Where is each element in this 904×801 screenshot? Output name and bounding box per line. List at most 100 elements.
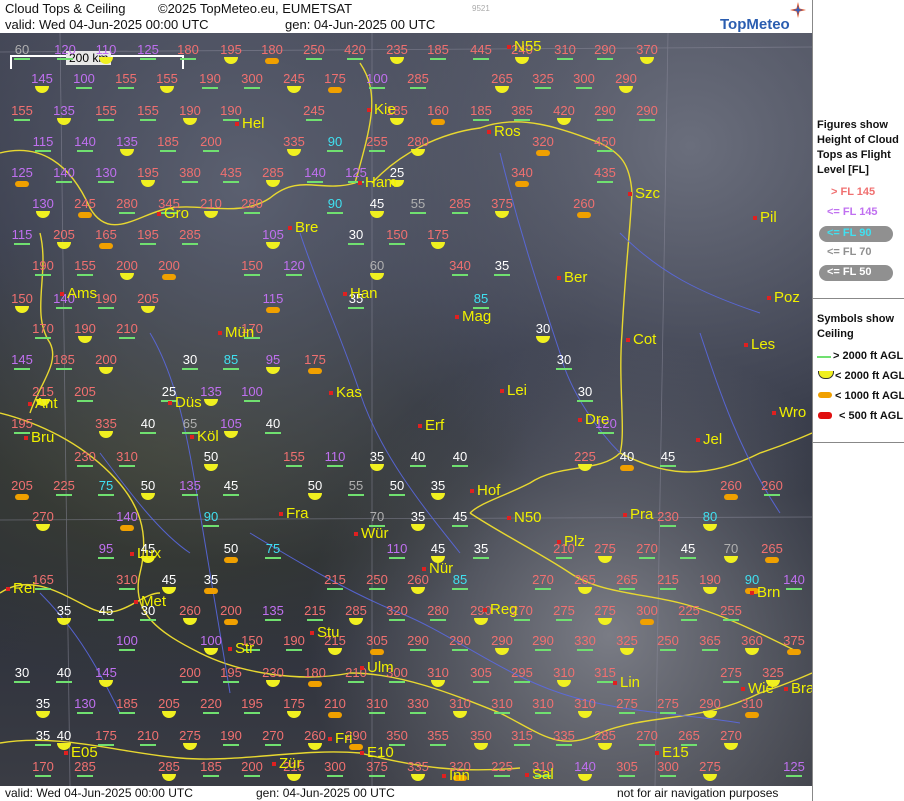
ceiling-gt2000-line-icon bbox=[619, 588, 635, 590]
cloud-top-value: 200 bbox=[200, 134, 222, 149]
ceiling-lt2000-half-circle-icon bbox=[141, 180, 155, 187]
cloud-top-value: 120 bbox=[54, 42, 76, 57]
map-station-label: 250 bbox=[300, 42, 328, 68]
ceiling-gt2000-line-icon bbox=[140, 432, 156, 434]
city-label: Rei bbox=[6, 580, 36, 597]
cloud-top-value: 80 bbox=[702, 509, 718, 524]
map-station-label: 50 bbox=[383, 478, 411, 504]
ceiling-lt2000-half-circle-icon bbox=[411, 524, 425, 531]
cloud-top-value: 365 bbox=[699, 633, 721, 648]
map-station-label: 365 bbox=[696, 633, 724, 659]
cloud-top-value: 265 bbox=[678, 728, 700, 743]
map-station-label: 210 bbox=[321, 696, 349, 722]
map-station-label: 35 bbox=[467, 541, 495, 567]
city-label: Bre bbox=[288, 219, 318, 236]
map-station-label: 110 bbox=[383, 541, 411, 567]
cloud-top-value: 135 bbox=[116, 134, 138, 149]
cloud-top-value: 205 bbox=[137, 291, 159, 306]
ceiling-lt2000-half-circle-icon bbox=[204, 464, 218, 471]
ceiling-gt2000-line-icon bbox=[577, 400, 593, 402]
map-station-label: 220 bbox=[197, 696, 225, 722]
cloud-top-value: 450 bbox=[594, 134, 616, 149]
ceiling-gt2000-line-icon bbox=[452, 465, 468, 467]
ceiling-gt2000-line-icon bbox=[77, 150, 93, 152]
map-station-label: 265 bbox=[758, 541, 786, 567]
topmeteo-logo[interactable]: TopMeteo bbox=[718, 2, 810, 33]
map-station-label: 35 bbox=[50, 603, 78, 629]
city-label: Wür bbox=[354, 525, 389, 542]
city-marker-icon bbox=[157, 212, 161, 217]
ceiling-lt2000-half-circle-icon bbox=[57, 118, 71, 125]
ceiling-gt2000-line-icon bbox=[119, 212, 135, 214]
cloud-top-value: 45 bbox=[680, 541, 696, 556]
ceiling-gt2000-line-icon bbox=[473, 58, 489, 60]
ceiling-gt2000-line-icon bbox=[410, 712, 426, 714]
city-marker-icon bbox=[279, 512, 283, 517]
cloud-top-value: 60 bbox=[369, 258, 385, 273]
ceiling-lt2000-half-circle-icon bbox=[120, 149, 134, 156]
ceiling-lt1000-pill-icon bbox=[328, 712, 342, 718]
map-station-label: 195 bbox=[238, 696, 266, 722]
map-station-label: 165 bbox=[92, 227, 120, 253]
ceiling-lt2000-half-circle-icon bbox=[578, 711, 592, 718]
cloud-top-value: 175 bbox=[283, 696, 305, 711]
map-station-label: 75 bbox=[92, 478, 120, 504]
yellow-half-circle-icon bbox=[818, 371, 834, 379]
satellite-map[interactable]: 200 km 60 120 110 125 180 195 180 250 420 235 185 4… bbox=[0, 33, 812, 786]
map-station-label: 310 bbox=[113, 449, 141, 475]
ceiling-gt2000-line-icon bbox=[348, 494, 364, 496]
ceiling-gt2000-line-icon bbox=[535, 712, 551, 714]
map-station-label: 155 bbox=[8, 103, 36, 129]
map-station-label: 290 bbox=[696, 696, 724, 722]
cloud-top-value: 35 bbox=[494, 258, 510, 273]
map-station-label: 110 bbox=[321, 449, 349, 475]
map-station-label: 310 bbox=[571, 696, 599, 722]
map-station-label: 190 bbox=[29, 258, 57, 284]
cloud-top-value: 215 bbox=[657, 572, 679, 587]
cloud-top-value: 150 bbox=[386, 227, 408, 242]
cloud-top-value: 140 bbox=[304, 165, 326, 180]
ceiling-gt2000-line-icon bbox=[77, 400, 93, 402]
ceiling-gt2000-line-icon bbox=[265, 744, 281, 746]
cloud-top-value: 300 bbox=[324, 759, 346, 774]
map-station-label: 195 bbox=[134, 227, 162, 253]
map-station-label: 40 bbox=[404, 449, 432, 475]
ceiling-gt2000-line-icon bbox=[244, 400, 260, 402]
cloud-top-value: 245 bbox=[303, 103, 325, 118]
map-station-label: 285 bbox=[446, 196, 474, 222]
map-station-label: 270 bbox=[717, 728, 745, 754]
ceiling-gt2000-line-icon bbox=[307, 181, 323, 183]
city-label: Bru bbox=[24, 429, 54, 446]
cloud-top-value: 190 bbox=[283, 633, 305, 648]
ceiling-gt2000-line-icon bbox=[57, 58, 73, 60]
cloud-top-value: 225 bbox=[574, 449, 596, 464]
map-station-label: 140 bbox=[780, 572, 808, 598]
map-station-label: 205 bbox=[50, 227, 78, 253]
map-station-label: 45 bbox=[654, 449, 682, 475]
ceiling-lt2000-half-circle-icon bbox=[308, 493, 322, 500]
ceiling-gt2000-line-icon bbox=[203, 775, 219, 777]
map-station-label: 75 bbox=[259, 541, 287, 567]
ceiling-gt2000-line-icon bbox=[681, 619, 697, 621]
city-label: Hof bbox=[470, 482, 500, 499]
map-station-label: 200 bbox=[92, 352, 120, 378]
map-station-label: 205 bbox=[71, 384, 99, 410]
city-label: Jel bbox=[696, 431, 722, 448]
cloud-top-value: 360 bbox=[741, 633, 763, 648]
legend-ceiling-lt1000: < 1000 ft AGL bbox=[817, 390, 904, 406]
ceiling-gt2000-line-icon bbox=[535, 649, 551, 651]
cloud-top-value: 190 bbox=[699, 572, 721, 587]
cloud-top-value: 250 bbox=[303, 42, 325, 57]
city-label: Inn bbox=[442, 767, 470, 784]
map-station-label: 285 bbox=[155, 759, 183, 785]
ceiling-gt2000-line-icon bbox=[660, 775, 676, 777]
legend-ceiling-lt500: < 500 ft AGL bbox=[817, 410, 903, 426]
map-station-label: 375 bbox=[780, 633, 808, 659]
map-station-label: 225 bbox=[488, 759, 516, 785]
ceiling-gt2000-line-icon bbox=[307, 619, 323, 621]
cloud-top-value: 320 bbox=[386, 603, 408, 618]
cloud-top-value: 75 bbox=[265, 541, 281, 556]
ceiling-gt2000-line-icon bbox=[77, 465, 93, 467]
ceiling-gt2000-line-icon bbox=[76, 87, 92, 89]
legend-divider bbox=[813, 442, 904, 443]
